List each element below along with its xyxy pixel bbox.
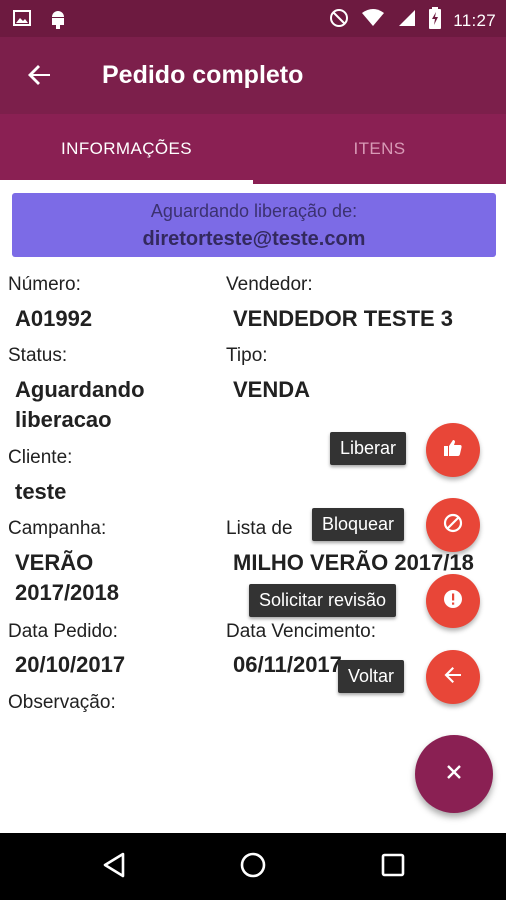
nav-recents-button[interactable]: [376, 850, 410, 884]
cliente-value: teste: [15, 479, 67, 504]
block-icon: [442, 512, 464, 539]
close-icon: [445, 763, 463, 786]
triangle-back-icon: [101, 851, 127, 884]
arrow-back-icon[interactable]: [24, 59, 56, 91]
tab-indicator: [0, 180, 253, 184]
voltar-button[interactable]: [426, 650, 480, 704]
data-pedido-label: Data Pedido:: [8, 621, 118, 642]
alert-icon: [442, 588, 464, 615]
campanha-label: Campanha:: [8, 518, 107, 539]
page-title: Pedido completo: [102, 61, 304, 89]
approval-banner-text: Aguardando liberação de:: [150, 201, 358, 221]
tab-bar: INFORMAÇÕES ITENS: [0, 114, 506, 184]
nav-back-button[interactable]: [97, 850, 131, 884]
bloquear-tooltip[interactable]: Bloquear: [312, 508, 405, 541]
status-value-line2: liberacao: [15, 407, 112, 432]
signal-icon: [397, 8, 417, 33]
solicitar-revisao-tooltip[interactable]: Solicitar revisão: [249, 584, 397, 617]
wifi-icon: [361, 8, 385, 33]
lista-value: MILHO VERÃO 2017/18: [233, 550, 474, 575]
data-vencimento-label: Data Vencimento:: [226, 621, 376, 642]
data-pedido-value: 20/10/2017: [15, 652, 126, 677]
data-vencimento-value: 06/11/2017: [233, 652, 342, 677]
liberar-button[interactable]: [426, 423, 480, 477]
tab-informacoes[interactable]: INFORMAÇÕES: [0, 114, 253, 184]
circle-home-icon: [239, 851, 267, 884]
numero-value: A01992: [15, 306, 93, 331]
vendedor-label: Vendedor:: [226, 274, 313, 295]
status-value-line1: Aguardando: [15, 377, 145, 402]
navigation-bar: [0, 833, 506, 900]
image-icon: [12, 8, 32, 35]
clock: 11:27: [453, 10, 496, 30]
solicitar-revisao-button[interactable]: [426, 574, 480, 628]
close-fab-button[interactable]: [415, 735, 493, 813]
lista-label: Lista de: [226, 518, 293, 539]
status-label: Status:: [8, 345, 68, 366]
arrow-back-icon: [442, 664, 464, 691]
do-not-disturb-icon: [329, 8, 349, 33]
approval-banner: Aguardando liberação de: diretorteste@te…: [12, 193, 496, 257]
nav-home-button[interactable]: [236, 850, 270, 884]
tipo-value: VENDA: [233, 377, 311, 402]
battery-charging-icon: [429, 7, 442, 34]
tipo-label: Tipo:: [226, 345, 268, 366]
approval-banner-email: diretorteste@teste.com: [142, 228, 366, 250]
thumbs-up-icon: [443, 438, 463, 463]
cliente-label: Cliente:: [8, 447, 73, 468]
android-icon: [48, 8, 68, 35]
voltar-tooltip[interactable]: Voltar: [338, 660, 405, 693]
square-recents-icon: [380, 852, 406, 883]
status-bar: 11:27: [0, 0, 506, 37]
app-bar: Pedido completo: [0, 37, 506, 114]
liberar-tooltip[interactable]: Liberar: [330, 432, 407, 465]
observacao-label: Observação:: [8, 692, 116, 713]
numero-label: Número:: [8, 274, 81, 295]
tab-itens[interactable]: ITENS: [253, 114, 506, 184]
campanha-value-line2: 2017/2018: [15, 580, 119, 605]
bloquear-button[interactable]: [426, 498, 480, 552]
vendedor-value: VENDEDOR TESTE 3: [233, 306, 454, 331]
campanha-value-line1: VERÃO: [15, 550, 94, 575]
